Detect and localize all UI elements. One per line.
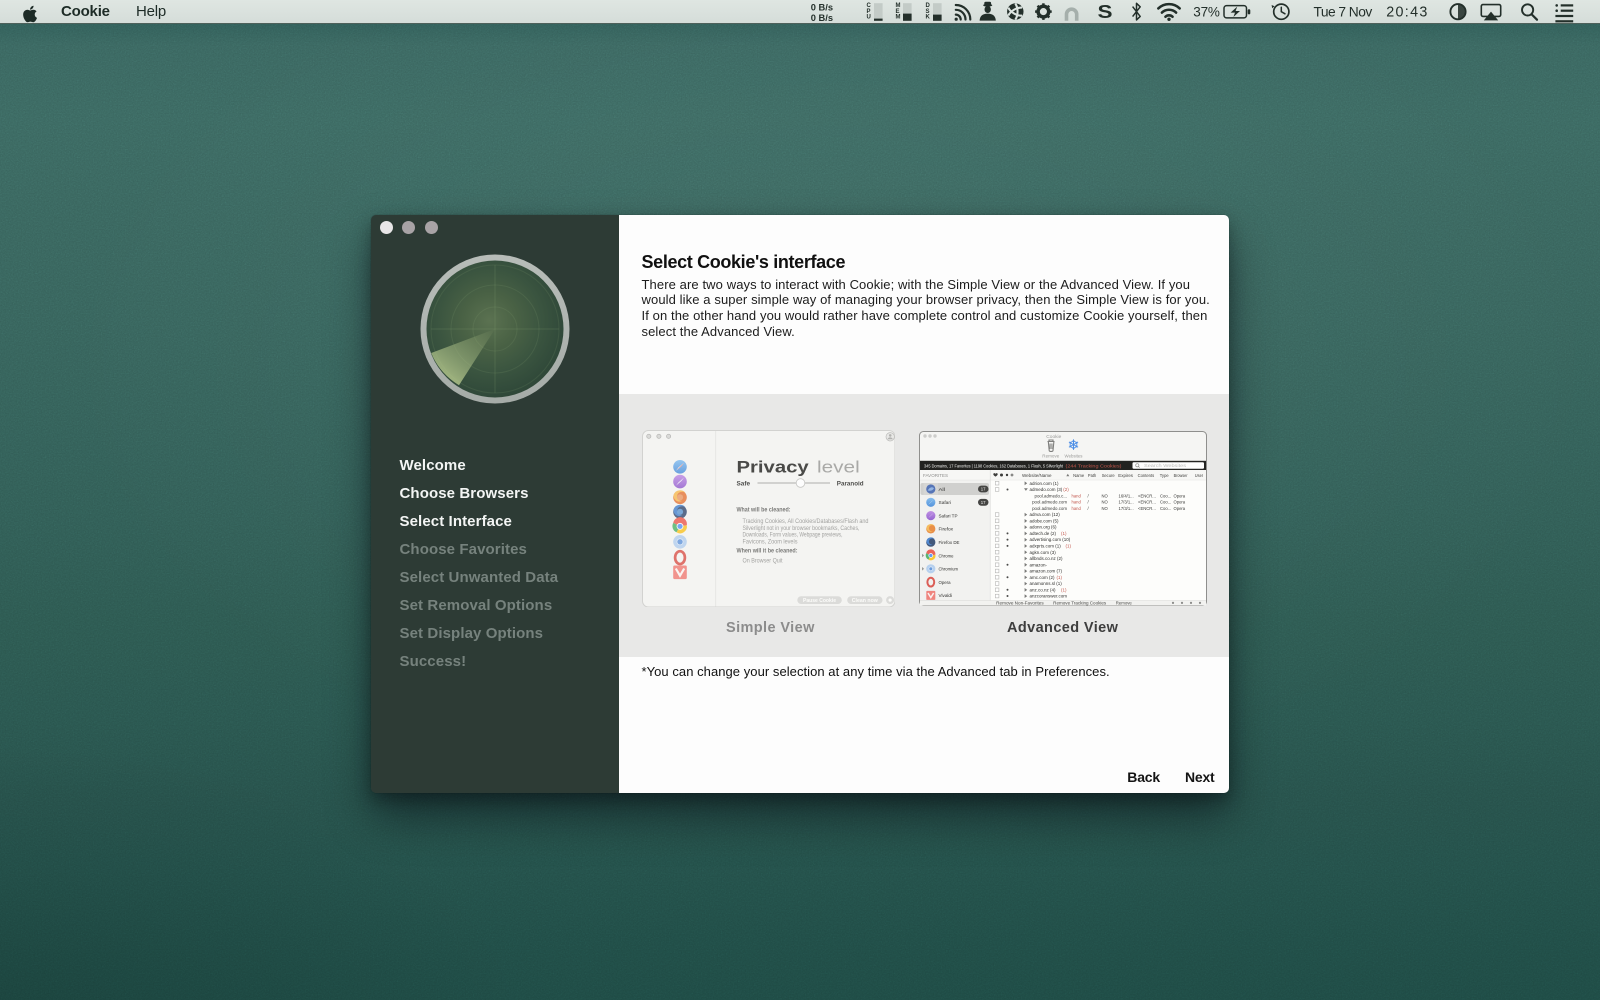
svg-text:level: level <box>817 457 860 475</box>
svg-text:Clean now: Clean now <box>851 597 878 603</box>
svg-text:adxprts.com (1): adxprts.com (1) <box>1030 544 1062 549</box>
svg-text:Coo...: Coo... <box>1160 506 1171 511</box>
svg-text:allbnds.co.nz (2): allbnds.co.nz (2) <box>1030 556 1064 561</box>
svg-text:(2): (2) <box>1063 487 1069 492</box>
svg-text:37%: 37% <box>1193 4 1220 19</box>
svg-text:hand: hand <box>1072 500 1082 505</box>
svg-text:amazon-: amazon- <box>1030 562 1048 567</box>
svg-text:adtech.de (2): adtech.de (2) <box>1030 531 1057 536</box>
svg-text:Pause Cookie: Pause Cookie <box>803 597 836 603</box>
svg-text:Remove Tracking Cookies: Remove Tracking Cookies <box>1053 601 1107 606</box>
svg-text:anamonns.sl (1): anamonns.sl (1) <box>1030 581 1063 586</box>
svg-text:Expires: Expires <box>1118 473 1134 478</box>
svg-text:Vivaldi: Vivaldi <box>939 593 953 599</box>
svg-text:Name: Name <box>1073 473 1085 478</box>
svg-text:Opera: Opera <box>1174 493 1186 498</box>
svg-text:adonn.org (6): adonn.org (6) <box>1030 525 1058 530</box>
svg-text:Remove Non-Favorites: Remove Non-Favorites <box>996 601 1044 606</box>
svg-text:Safari: Safari <box>939 500 952 506</box>
svg-text:adrva.com (12): adrva.com (12) <box>1030 512 1061 517</box>
svg-text:pool.admedo.c...: pool.admedo.c... <box>1035 493 1067 498</box>
svg-text:16/4/1...: 16/4/1... <box>1119 493 1134 498</box>
svg-text:Coo...: Coo... <box>1160 500 1171 505</box>
svg-text:Safe: Safe <box>736 480 750 487</box>
svg-text:advertising.com (10): advertising.com (10) <box>1030 537 1071 542</box>
svg-text:hand: hand <box>1072 506 1082 511</box>
svg-text:<ENCR...: <ENCR... <box>1138 500 1156 505</box>
svg-text:345 Domains, 17 Favorites | 11: 345 Domains, 17 Favorites | 1198 Cookies… <box>924 463 1064 468</box>
svg-text:Privacy: Privacy <box>736 457 809 476</box>
svg-text:17/3/1...: 17/3/1... <box>1119 506 1134 511</box>
svg-text:Chromium: Chromium <box>939 567 959 573</box>
svg-text:Coo...: Coo... <box>1160 493 1171 498</box>
svg-text:M: M <box>896 14 901 20</box>
svg-text:(1): (1) <box>1066 544 1072 549</box>
svg-text:Firefox DE: Firefox DE <box>939 540 961 546</box>
svg-text:pool.admedo.com: pool.admedo.com <box>1032 506 1067 511</box>
svg-text:Contents: Contents <box>1138 473 1155 478</box>
svg-text:User: User <box>1195 473 1204 478</box>
svg-text:Type: Type <box>1160 473 1169 478</box>
svg-text:anz.co.nz (4): anz.co.nz (4) <box>1030 587 1057 592</box>
svg-text:Opera: Opera <box>939 580 951 586</box>
svg-text:FAVORITES: FAVORITES <box>923 473 948 478</box>
svg-text:Chrome: Chrome <box>939 553 954 559</box>
svg-text:NO: NO <box>1102 493 1109 498</box>
svg-text:Paranoid: Paranoid <box>836 480 863 487</box>
svg-text:Firefox: Firefox <box>939 527 954 533</box>
svg-text:Favicons, Zoom levels: Favicons, Zoom levels <box>742 538 797 545</box>
svg-text:On Browser Quit: On Browser Quit <box>742 557 782 564</box>
svg-text:S: S <box>1098 2 1113 22</box>
svg-text:adobe.com (5): adobe.com (5) <box>1030 518 1060 523</box>
svg-text:(1): (1) <box>1061 587 1067 592</box>
svg-text:Website/Name: Website/Name <box>1022 473 1052 478</box>
svg-text:0 B/s: 0 B/s <box>811 3 833 13</box>
svg-text:pool.admedo.com: pool.admedo.com <box>1032 500 1067 505</box>
svg-text:All: All <box>939 487 946 493</box>
svg-text:(1): (1) <box>1057 575 1063 580</box>
svg-text:Cookie: Cookie <box>1046 434 1061 439</box>
svg-text:<ENCR...: <ENCR... <box>1138 506 1156 511</box>
svg-text:Remove: Remove <box>1116 601 1133 606</box>
svg-text:U: U <box>867 14 871 20</box>
svg-text:Opera: Opera <box>1174 506 1186 511</box>
svg-text:Tue 7 Nov: Tue 7 Nov <box>1314 5 1373 20</box>
svg-text:Safari TP: Safari TP <box>939 513 958 519</box>
svg-text:Secure: Secure <box>1102 473 1115 478</box>
svg-text:NO: NO <box>1102 500 1109 505</box>
svg-text:Search Websites: Search Websites <box>1144 463 1187 468</box>
svg-text:NO: NO <box>1102 506 1109 511</box>
svg-text:17: 17 <box>981 487 986 492</box>
svg-text:Path: Path <box>1088 473 1097 478</box>
svg-text:0 B/s: 0 B/s <box>811 13 833 23</box>
svg-text:admedo.com (3): admedo.com (3) <box>1030 487 1063 492</box>
svg-text:17/3/1...: 17/3/1... <box>1119 500 1134 505</box>
svg-text:K: K <box>926 14 931 20</box>
svg-text:Opera: Opera <box>1174 500 1186 505</box>
svg-text:20:43: 20:43 <box>1386 5 1428 21</box>
svg-text:When will it be cleaned:: When will it be cleaned: <box>736 547 797 554</box>
svg-text:What will be cleaned:: What will be cleaned: <box>736 506 790 513</box>
svg-text:(1): (1) <box>1061 531 1067 536</box>
svg-text:adrion.com (1): adrion.com (1) <box>1030 481 1060 486</box>
svg-text:Remove: Remove <box>1042 453 1060 458</box>
svg-text:(244 Tracking Cookies): (244 Tracking Cookies) <box>1066 463 1123 468</box>
svg-text:anzcoranswer.com: anzcoranswer.com <box>1030 594 1068 599</box>
svg-text:agkn.com (3): agkn.com (3) <box>1030 550 1057 555</box>
svg-text:Browser: Browser <box>1174 473 1188 478</box>
svg-text:Websites: Websites <box>1065 453 1083 458</box>
svg-text:amazon.com (7): amazon.com (7) <box>1030 569 1063 574</box>
svg-text:<ENCR...: <ENCR... <box>1138 493 1156 498</box>
svg-text:amc.com (2): amc.com (2) <box>1030 575 1056 580</box>
svg-text:hand: hand <box>1072 493 1082 498</box>
svg-text:17: 17 <box>981 500 986 505</box>
